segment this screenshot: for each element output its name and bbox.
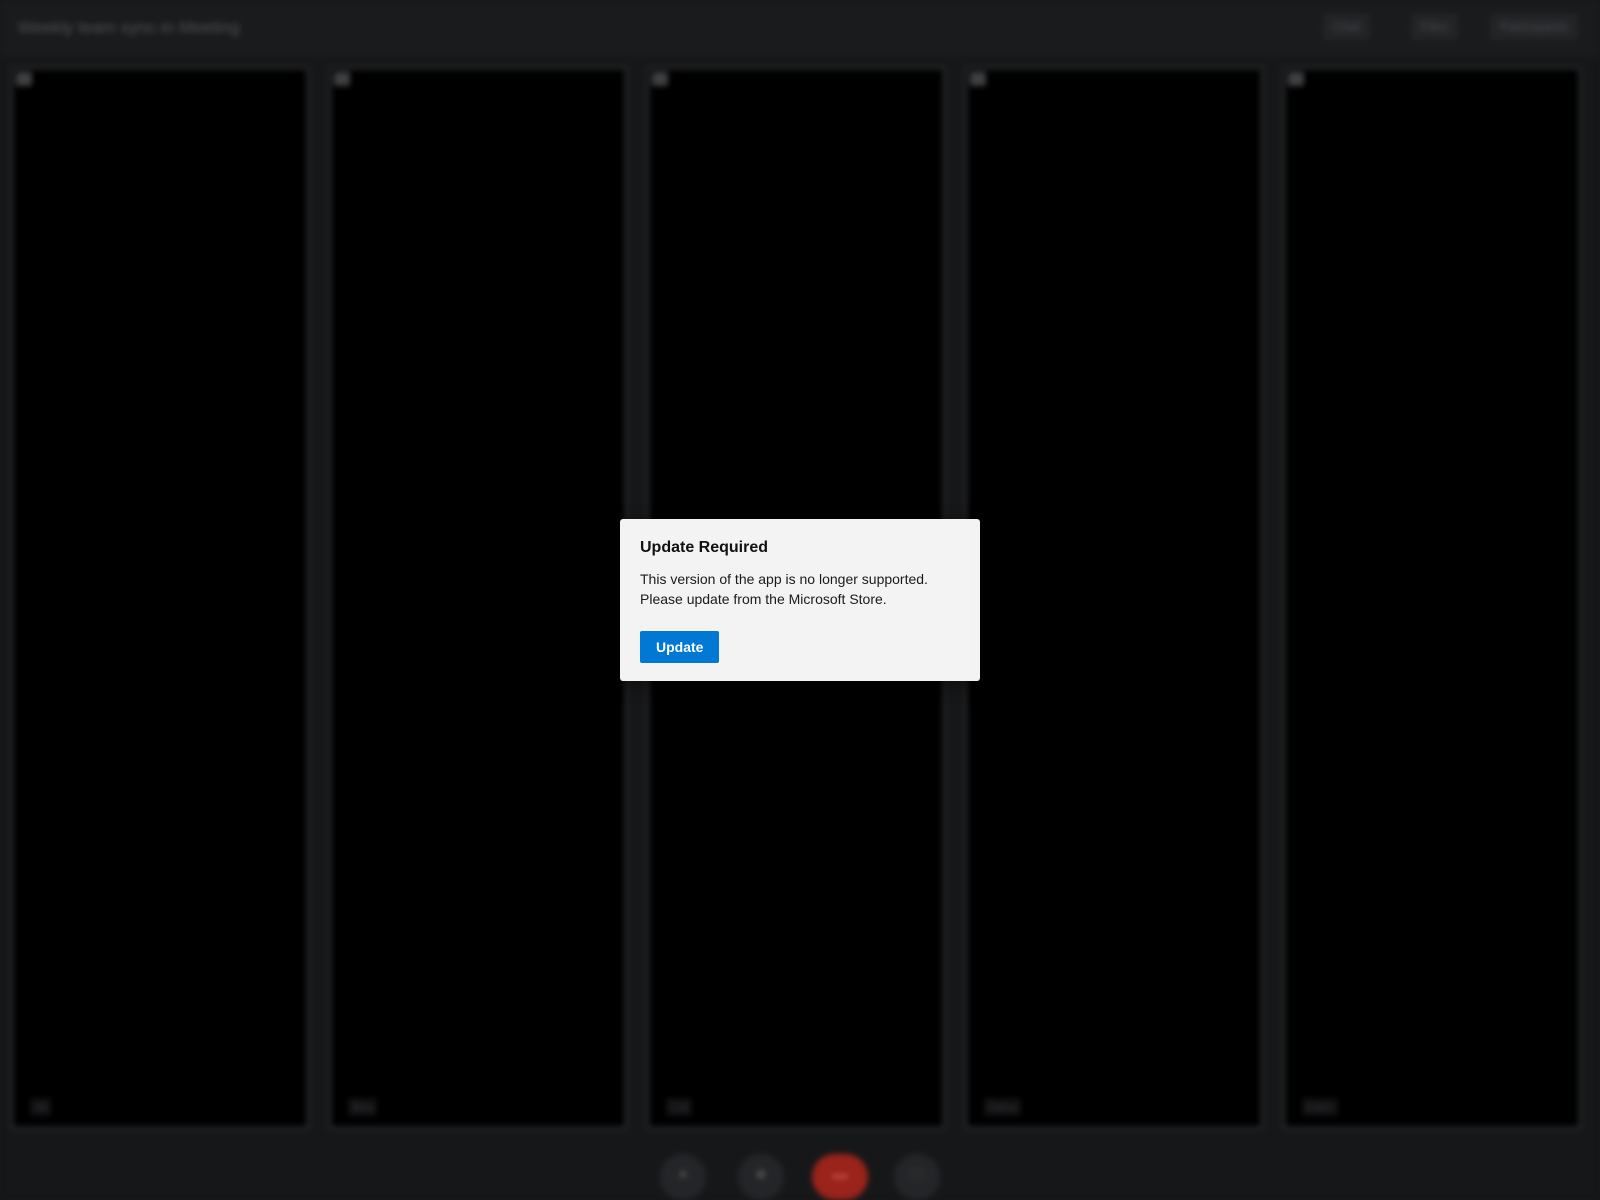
dialog-message-line-2: Please update from the Microsoft Store.	[640, 591, 887, 607]
dialog-title: Update Required	[640, 539, 769, 556]
update-required-dialog: Update Required This version of the app …	[620, 519, 980, 681]
dialog-message-line-1: This version of the app is no longer sup…	[640, 571, 928, 587]
dialog-message: This version of the app is no longer sup…	[640, 569, 960, 609]
update-button[interactable]: Update	[640, 631, 720, 663]
